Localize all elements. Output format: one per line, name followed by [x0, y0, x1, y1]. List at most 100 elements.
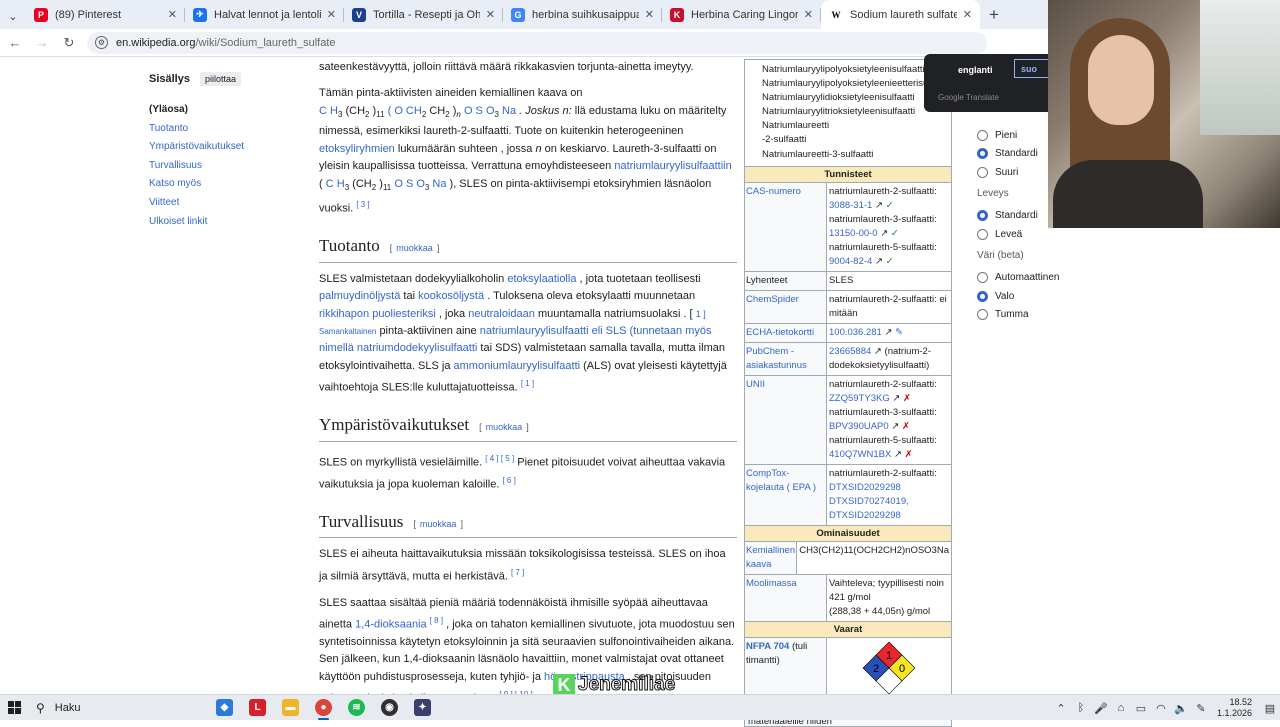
edit-link[interactable]: muokkaa	[486, 422, 523, 432]
dioxane-link[interactable]: 1,4-dioksaania	[355, 619, 427, 631]
taskbar-app-other[interactable]: ✦	[406, 695, 439, 721]
tab-search-chevron-icon[interactable]: ⌄	[0, 3, 26, 29]
radio-icon[interactable]	[977, 309, 988, 321]
browser-tab[interactable]: V Tortilla - Resepti ja Ohje - Valio ✕	[344, 0, 503, 29]
citation-link[interactable]: [ 3 ]	[356, 200, 369, 209]
taskbar-app-spotify[interactable]: ≋	[340, 695, 373, 721]
echa-value-link[interactable]: 100.036.281	[829, 327, 882, 338]
reload-icon[interactable]: ↻	[57, 31, 81, 55]
unii-value-link[interactable]: ZZQ59TY3KG	[829, 393, 890, 404]
close-tab-icon[interactable]: ✕	[486, 8, 495, 21]
palm-kernel-oil-link[interactable]: palmuydinöljystä	[319, 290, 400, 302]
unii-value-link[interactable]: 410Q7WN1BX	[829, 449, 891, 460]
citation-link[interactable]: 1 ]	[696, 309, 706, 319]
nfpa-link[interactable]: NFPA 704	[746, 641, 789, 652]
pubchem-value-link[interactable]: 23665884	[829, 346, 871, 357]
close-tab-icon[interactable]: ✕	[645, 8, 654, 21]
browser-tab[interactable]: W Sodium laureth sulfate - Wikipe ✕	[821, 0, 980, 29]
unii-value-link[interactable]: BPV390UAP0	[829, 421, 889, 432]
als-link[interactable]: ammoniumlauryylisulfaatti	[454, 360, 581, 372]
formula-link[interactable]: O S O	[394, 178, 425, 190]
wifi-icon[interactable]: ◠	[1153, 702, 1169, 715]
toc-item[interactable]: Viitteet	[149, 194, 299, 213]
formula-link[interactable]: ( O CH	[388, 105, 422, 117]
unii-link[interactable]: UNII	[745, 375, 827, 464]
taskbar-app-obs[interactable]: ◉	[373, 695, 406, 721]
clock[interactable]: 18.52 1.1.2026	[1217, 697, 1252, 719]
neutralized-link[interactable]: neutraloidaan	[468, 308, 535, 320]
chemspider-link[interactable]: ChemSpider	[745, 290, 827, 323]
formula-link[interactable]: Na	[432, 178, 446, 190]
citation-link[interactable]: [ 7 ]	[511, 568, 524, 577]
color-option[interactable]: Automaattinen	[977, 269, 1097, 288]
bluetooth-icon[interactable]: ᛒ	[1073, 702, 1089, 714]
edit-link[interactable]: muokkaa	[396, 243, 433, 253]
cas-link[interactable]: 13150-00-0	[829, 228, 878, 239]
color-option[interactable]: Tumma	[977, 306, 1097, 325]
sulfuric-half-ester-link[interactable]: rikkihapon puoliesteriksi	[319, 308, 436, 320]
comptox-link[interactable]: CompTox-kojelauta ( EPA )	[745, 464, 827, 525]
formula-link[interactable]: Na	[502, 105, 516, 117]
toc-item[interactable]: Ympäristövaikutukset	[149, 138, 299, 157]
radio-icon[interactable]	[977, 228, 988, 240]
sls-link[interactable]: natriumlauryylisulfaattiin	[614, 160, 731, 172]
taskbar-app-l[interactable]: L	[241, 695, 274, 721]
coconut-oil-link[interactable]: kookosöljystä	[418, 290, 484, 302]
comptox-value-link[interactable]: DTXSID2029298	[829, 481, 949, 495]
edit-pencil-icon[interactable]: ✎	[895, 327, 903, 338]
taskbar-app-widgets[interactable]: ◆	[208, 695, 241, 721]
radio-icon[interactable]	[977, 148, 988, 160]
edit-link[interactable]: muokkaa	[420, 519, 457, 529]
citation-link[interactable]: [ 6 ]	[502, 476, 515, 485]
citation-link[interactable]: Samankaltainen	[319, 327, 376, 336]
toc-item[interactable]: Ulkoiset linkit	[149, 213, 299, 232]
ethoxylation-link[interactable]: etoksylaatiolla	[507, 273, 576, 285]
taskbar-app-chrome[interactable]: ●	[307, 695, 340, 721]
taskbar-app-explorer[interactable]: ▬	[274, 695, 307, 721]
pubchem-link[interactable]: PubChem - asiakastunnus	[745, 342, 827, 375]
close-tab-icon[interactable]: ✕	[327, 8, 336, 21]
browser-tab[interactable]: ✈ Halvat lennot ja lentoliput kaikk ✕	[185, 0, 344, 29]
translate-source-lang[interactable]: englanti	[958, 65, 993, 75]
formula-link[interactable]: O S O	[464, 105, 495, 117]
browser-tab[interactable]: Gherbina suihkusaippua - Google ✕	[503, 0, 662, 29]
start-button[interactable]	[0, 695, 28, 721]
comptox-value-link[interactable]: DTXSID2029298	[829, 509, 949, 523]
formula-link[interactable]: C H	[326, 178, 345, 190]
radio-icon[interactable]	[977, 272, 988, 284]
toc-item[interactable]: Turvallisuus	[149, 157, 299, 176]
comptox-value-link[interactable]: DTXSID70274019,	[829, 495, 949, 509]
taskbar-search[interactable]: ⚲ Haku	[28, 695, 208, 721]
close-tab-icon[interactable]: ✕	[804, 8, 813, 21]
radio-icon[interactable]	[977, 210, 988, 222]
notifications-icon[interactable]: ▤	[1262, 702, 1278, 715]
cas-number-link[interactable]: CAS-numero	[745, 182, 827, 271]
volume-icon[interactable]: 🔈	[1173, 702, 1189, 715]
toc-item[interactable]: Katso myös	[149, 175, 299, 194]
pen-icon[interactable]: ✎	[1193, 702, 1209, 715]
radio-icon[interactable]	[977, 129, 988, 141]
cas-link[interactable]: 9004-82-4	[829, 256, 872, 267]
display-icon[interactable]: ▭	[1133, 702, 1149, 715]
echa-link[interactable]: ECHA-tietokortti	[745, 323, 827, 342]
browser-tab[interactable]: P (89) Pinterest ✕	[26, 0, 185, 29]
radio-icon[interactable]	[977, 166, 988, 178]
molar-mass-link[interactable]: Moolimassa	[745, 574, 827, 621]
chevron-up-icon[interactable]: ⌃	[1053, 702, 1069, 715]
forward-arrow-icon[interactable]: →	[30, 31, 54, 55]
microphone-icon[interactable]: 🎤	[1093, 702, 1109, 715]
cas-link[interactable]: 3088-31-1	[829, 200, 872, 211]
close-tab-icon[interactable]: ✕	[963, 8, 972, 21]
formula-link[interactable]: C H	[319, 105, 338, 117]
new-tab-button[interactable]: +	[980, 1, 1008, 29]
browser-tab[interactable]: K Herbina Caring Lingonberry 250 ✕	[662, 0, 821, 29]
back-arrow-icon[interactable]: ←	[3, 31, 27, 55]
toc-item[interactable]: Tuotanto	[149, 120, 299, 139]
citation-link[interactable]: [ 4 ] [ 5 ]	[485, 454, 514, 463]
citation-link[interactable]: [ 1 ]	[521, 379, 534, 388]
site-info-icon[interactable]: ⚙	[95, 36, 108, 49]
toc-hide-button[interactable]: piilottaa	[199, 72, 242, 86]
ethoxyl-groups-link[interactable]: etoksyliryhmien	[319, 143, 395, 155]
close-tab-icon[interactable]: ✕	[168, 8, 177, 21]
formula-label-link[interactable]: Kemiallinen kaava	[745, 541, 798, 574]
